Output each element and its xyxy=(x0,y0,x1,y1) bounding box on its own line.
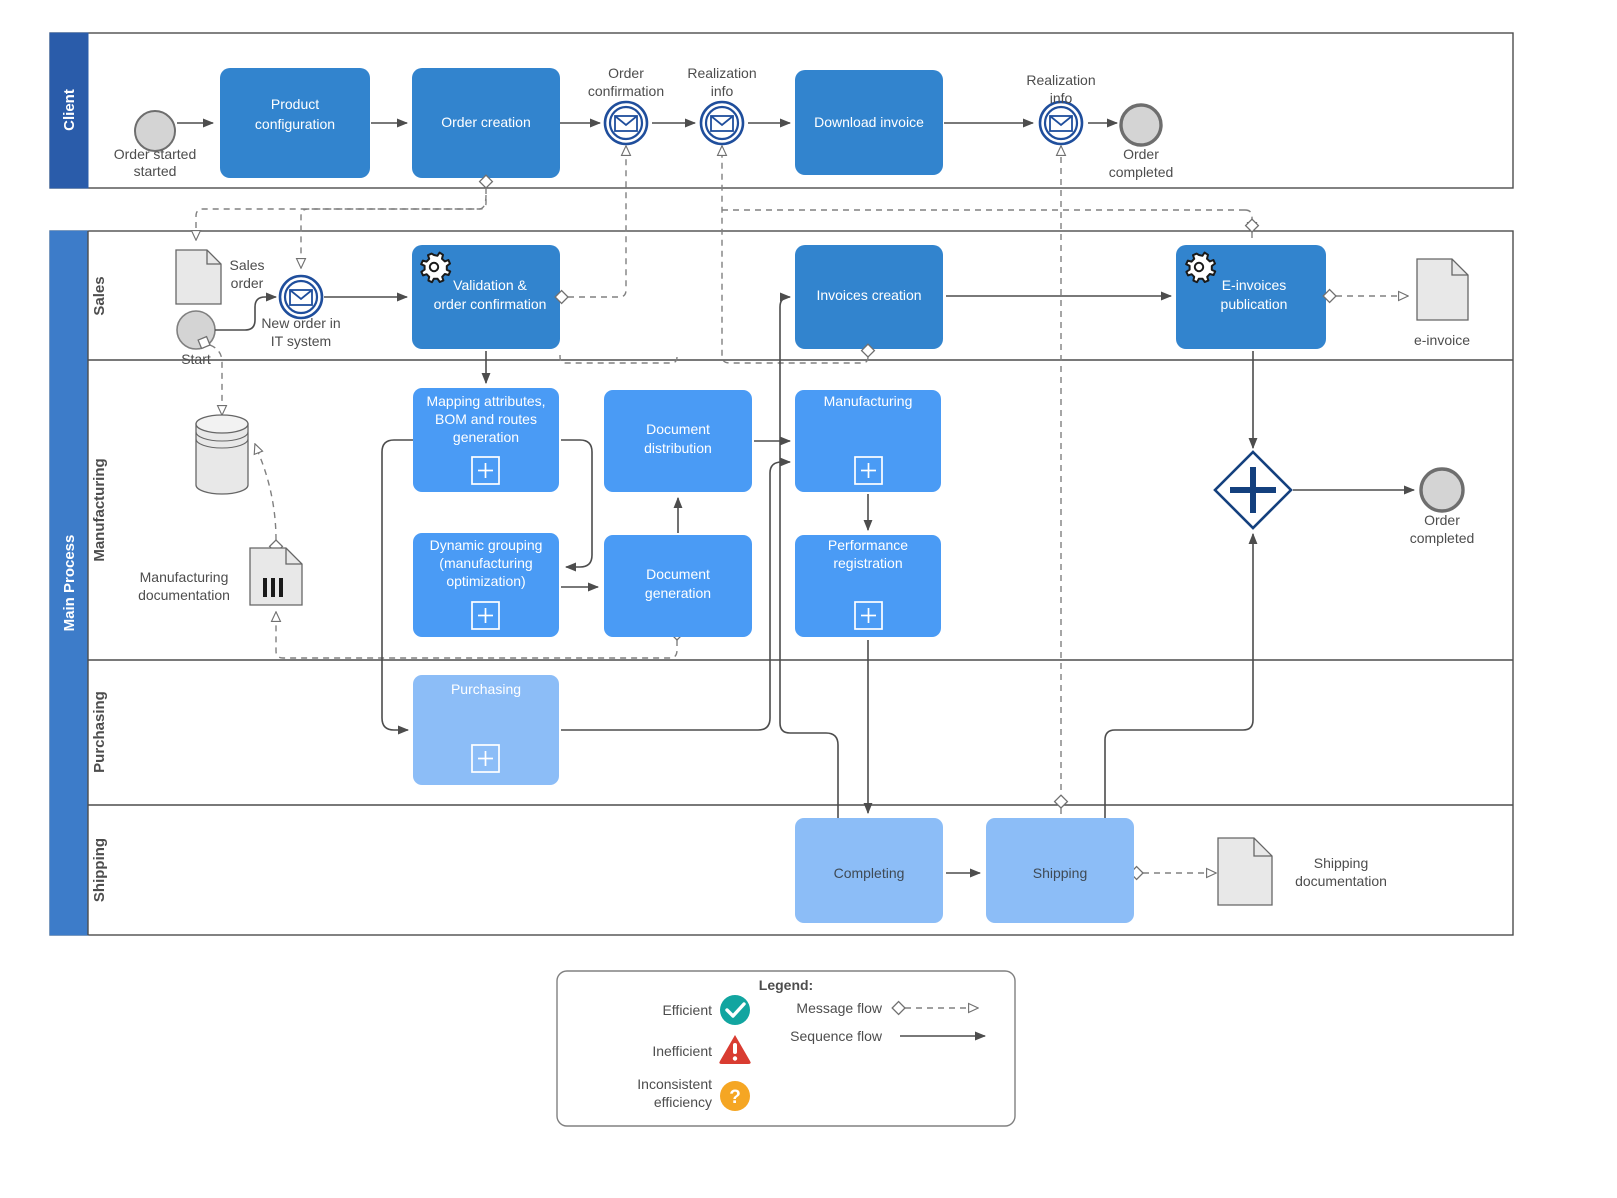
legend-label-sequence-flow: Sequence flow xyxy=(790,1028,883,1044)
task-purchasing-label-line1: Purchasing xyxy=(451,681,521,697)
event-order-confirmation-label-line1: Order xyxy=(608,65,644,81)
event-new-order-it-system-label-line2: IT system xyxy=(271,333,331,349)
event-realization-info-2-label-line2: info xyxy=(1050,90,1073,106)
bpmn-diagram-canvas: Client Main Process Sales Manufacturing … xyxy=(0,0,1617,1198)
lane-label-shipping: Shipping xyxy=(91,838,108,902)
task-document-generation[interactable]: Document generation xyxy=(604,535,752,637)
task-dynamic-grouping-label-line1: Dynamic grouping xyxy=(430,537,543,553)
legend: Legend: Efficient Inefficient Inconsiste… xyxy=(557,971,1015,1126)
task-mapping-attributes-label-line3: generation xyxy=(453,429,519,445)
task-order-creation-label-line1: Order creation xyxy=(441,114,530,130)
task-validation-order-confirmation-label-line1: Validation & xyxy=(453,277,527,293)
task-manufacturing-label-line1: Manufacturing xyxy=(824,393,913,409)
envelope-icon xyxy=(290,290,312,305)
task-completing[interactable]: Completing xyxy=(795,818,943,923)
task-dynamic-grouping-label-line3: optimization) xyxy=(446,573,525,589)
task-manufacturing[interactable]: Manufacturing xyxy=(795,390,941,492)
data-object-e-invoice: e-invoice xyxy=(1414,259,1470,348)
task-mapping-attributes-label-line2: BOM and routes xyxy=(435,411,537,427)
task-mapping-attributes-label-line1: Mapping attributes, xyxy=(426,393,545,409)
question-circle-icon: ? xyxy=(720,1081,750,1111)
task-product-configuration[interactable]: Product configuration xyxy=(220,68,370,178)
task-performance-registration-label-line1: Performance xyxy=(828,537,908,553)
task-e-invoices-publication-label-line2: publication xyxy=(1221,296,1288,312)
end-event-order-completed-main-label-line1: Order xyxy=(1424,512,1460,528)
task-invoices-creation[interactable]: Invoices creation xyxy=(795,245,943,349)
lane-label-purchasing: Purchasing xyxy=(91,691,108,773)
svg-text:?: ? xyxy=(729,1087,741,1108)
end-event-order-completed-main-label-line2: completed xyxy=(1410,530,1475,546)
start-event-sales-label: Start xyxy=(181,351,211,367)
task-e-invoices-publication[interactable]: E-invoices publication xyxy=(1176,245,1326,349)
envelope-icon xyxy=(1050,116,1072,131)
legend-label-efficient: Efficient xyxy=(662,1002,712,1018)
task-download-invoice[interactable]: Download invoice xyxy=(795,70,943,175)
task-order-creation[interactable]: Order creation xyxy=(412,68,560,178)
event-realization-info-1-label-line2: info xyxy=(711,83,734,99)
data-object-shipping-documentation-label-line2: documentation xyxy=(1295,873,1387,889)
envelope-icon xyxy=(711,116,733,131)
end-event-order-completed-client-label-line1: Order xyxy=(1123,146,1159,162)
task-purchasing[interactable]: Purchasing xyxy=(413,675,559,785)
event-realization-info-2-label-line1: Realization xyxy=(1026,72,1095,88)
task-document-generation-label-line1: Document xyxy=(646,566,710,582)
task-mapping-attributes[interactable]: Mapping attributes, BOM and routes gener… xyxy=(413,388,559,492)
event-new-order-it-system-label-line1: New order in xyxy=(261,315,340,331)
start-event-sales[interactable]: Start xyxy=(177,311,215,367)
end-event-order-completed-client-label-line2: completed xyxy=(1109,164,1174,180)
event-order-confirmation-label-line2: confirmation xyxy=(588,83,664,99)
start-event-order-started-label-line1: Order started xyxy=(114,146,196,162)
lane-label-manufacturing: Manufacturing xyxy=(91,458,108,561)
task-performance-registration-label-line2: registration xyxy=(833,555,902,571)
pool-client-label: Client xyxy=(61,89,78,131)
envelope-icon xyxy=(615,116,637,131)
data-object-shipping-documentation-label-line1: Shipping xyxy=(1314,855,1369,871)
lane-label-sales: Sales xyxy=(91,276,108,315)
data-store-manufacturing xyxy=(196,415,248,494)
task-validation-order-confirmation[interactable]: Validation & order confirmation xyxy=(412,245,560,349)
legend-label-inconsistent-line2: efficiency xyxy=(654,1094,712,1110)
legend-label-inconsistent-line1: Inconsistent xyxy=(637,1076,712,1092)
pool-main-label: Main Process xyxy=(61,535,78,632)
task-document-distribution-label-line1: Document xyxy=(646,421,710,437)
task-dynamic-grouping[interactable]: Dynamic grouping (manufacturing optimiza… xyxy=(413,533,559,637)
task-performance-registration[interactable]: Performance registration xyxy=(795,535,941,637)
task-invoices-creation-label-line1: Invoices creation xyxy=(816,287,921,303)
task-completing-label-line1: Completing xyxy=(834,865,905,881)
legend-title: Legend: xyxy=(759,977,813,993)
task-download-invoice-label-line1: Download invoice xyxy=(814,114,924,130)
task-product-configuration-label-line2: configuration xyxy=(255,116,335,132)
data-object-manufacturing-documentation-label-line1: Manufacturing xyxy=(140,569,229,585)
data-object-e-invoice-label: e-invoice xyxy=(1414,332,1470,348)
data-object-sales-order-label-line2: order xyxy=(231,275,264,291)
task-shipping[interactable]: Shipping xyxy=(986,818,1134,923)
data-object-sales-order-label-line1: Sales xyxy=(229,257,264,273)
task-dynamic-grouping-label-line2: (manufacturing xyxy=(439,555,532,571)
task-validation-order-confirmation-label-line2: order confirmation xyxy=(434,296,547,312)
check-circle-icon xyxy=(720,995,750,1025)
task-shipping-label-line1: Shipping xyxy=(1033,865,1088,881)
legend-label-message-flow: Message flow xyxy=(796,1000,882,1016)
event-realization-info-1-label-line1: Realization xyxy=(687,65,756,81)
task-document-generation-label-line2: generation xyxy=(645,585,711,601)
data-object-manufacturing-documentation-label-line2: documentation xyxy=(138,587,230,603)
task-e-invoices-publication-label-line1: E-invoices xyxy=(1222,277,1287,293)
task-document-distribution-label-line2: distribution xyxy=(644,440,712,456)
start-event-order-started-label-line2: started xyxy=(134,163,177,179)
legend-label-inefficient: Inefficient xyxy=(652,1043,712,1059)
task-document-distribution[interactable]: Document distribution xyxy=(604,390,752,492)
task-product-configuration-label-line1: Product xyxy=(271,96,319,112)
